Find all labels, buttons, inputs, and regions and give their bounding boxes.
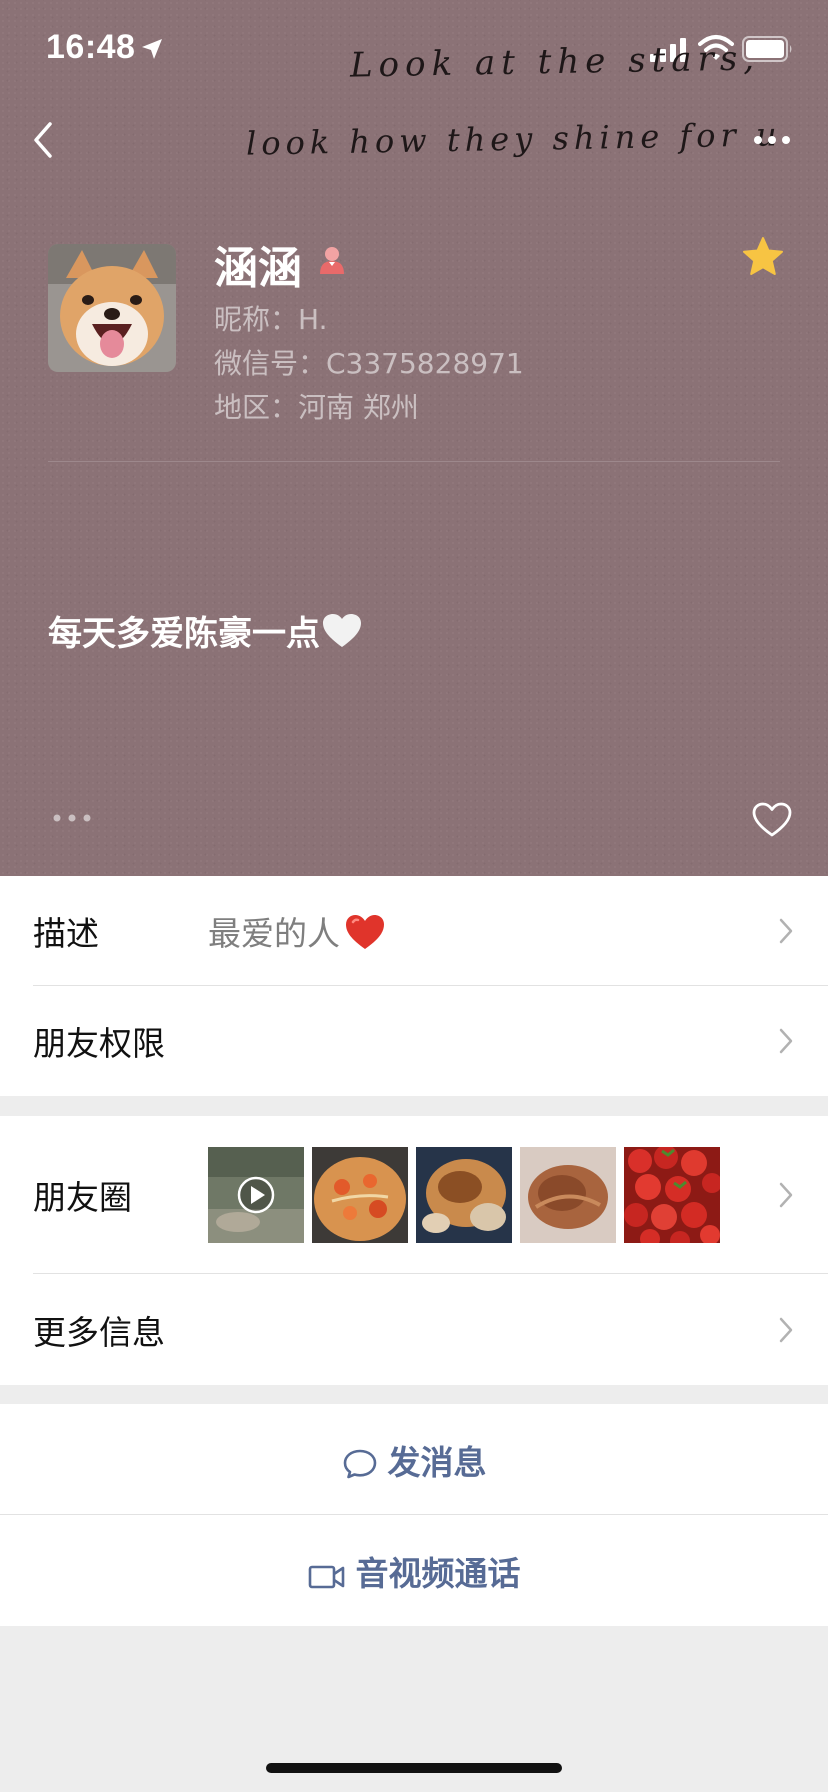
moment-thumbnail-video[interactable]	[208, 1147, 304, 1243]
white-heart-icon	[323, 614, 361, 647]
description-label: 描述	[33, 914, 99, 953]
handwriting-line-1: Look at the stars,	[349, 38, 761, 86]
video-camera-icon	[308, 1565, 344, 1588]
avatar[interactable]	[48, 244, 176, 372]
handwriting-line-2: look how they shine for u	[245, 115, 782, 163]
chevron-right-icon	[779, 1182, 793, 1208]
more-info-row[interactable]: 更多信息	[0, 1274, 828, 1385]
moments-label: 朋友圈	[33, 1178, 132, 1217]
back-icon[interactable]	[30, 120, 58, 160]
friend-permissions-row[interactable]: 朋友权限	[0, 986, 828, 1096]
description-value: 最爱的人	[208, 907, 386, 955]
star-icon[interactable]	[742, 236, 784, 278]
video-call-label: 音视频通话	[355, 1553, 521, 1593]
chevron-right-icon	[779, 1028, 793, 1054]
info-section: 描述 最爱的人 朋友权限	[0, 876, 828, 1096]
description-row[interactable]: 描述 最爱的人	[0, 876, 828, 986]
description-value-text: 最爱的人	[208, 914, 340, 953]
gender-female-icon	[320, 247, 344, 274]
actions-section: 发消息 音视频通话	[0, 1404, 828, 1626]
chevron-right-icon	[779, 1317, 793, 1342]
signature-text: 每天多爱陈豪一点	[48, 614, 320, 654]
header-divider	[48, 461, 780, 462]
profile-header: 16:48 Look at the stars, look how they s…	[0, 0, 828, 876]
video-call-button[interactable]: 音视频通话	[0, 1547, 828, 1595]
moment-thumbnail-strawberries[interactable]	[624, 1147, 720, 1243]
location-arrow-icon	[142, 39, 162, 59]
chevron-right-icon	[779, 918, 793, 944]
nickname-text: 昵称：H.	[214, 303, 328, 336]
wechat-id-text: 微信号：C3375828971	[214, 347, 524, 380]
home-indicator[interactable]	[266, 1763, 562, 1773]
moment-thumbnail-food-3[interactable]	[520, 1147, 616, 1243]
region-text: 地区：河南 郑州	[214, 391, 419, 424]
signature: 每天多爱陈豪一点	[48, 606, 362, 655]
more-info-label: 更多信息	[33, 1312, 165, 1352]
like-heart-icon[interactable]	[752, 802, 792, 838]
send-message-label: 发消息	[387, 1442, 487, 1482]
red-heart-icon	[346, 915, 384, 949]
more-icon[interactable]	[752, 130, 792, 150]
moments-row[interactable]: 朋友圈	[0, 1116, 828, 1274]
friend-permissions-label: 朋友权限	[33, 1024, 165, 1063]
contact-name: 涵涵	[214, 243, 302, 294]
shiba-avatar-image	[48, 244, 176, 372]
chat-bubble-icon	[343, 1449, 376, 1478]
moment-thumbnail-food-2[interactable]	[416, 1147, 512, 1243]
send-message-button[interactable]: 发消息	[0, 1436, 828, 1484]
moments-section: 朋友圈 更多信息	[0, 1116, 828, 1385]
video-call-row[interactable]: 音视频通话	[0, 1515, 828, 1626]
status-time: 16:48	[46, 28, 136, 66]
dots-icon[interactable]	[52, 812, 92, 824]
send-message-row[interactable]: 发消息	[0, 1404, 828, 1515]
moment-thumbnail-food-1[interactable]	[312, 1147, 408, 1243]
